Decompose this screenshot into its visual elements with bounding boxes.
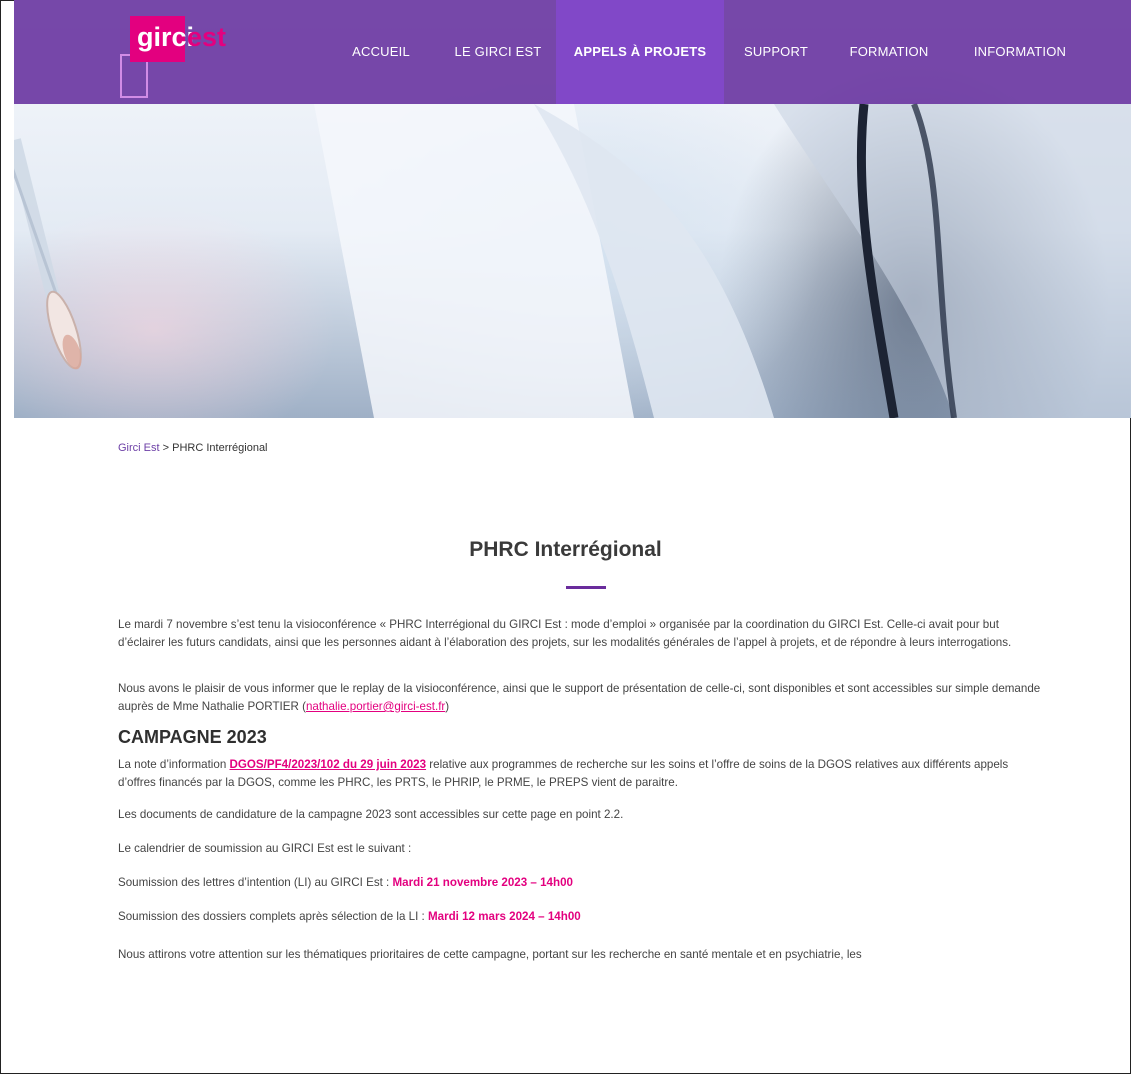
full-dossier-label: Soumission des dossiers complets après s… [118, 910, 428, 923]
breadcrumb-home-link[interactable]: Girci Est [118, 442, 160, 454]
nav-support[interactable]: SUPPORT [732, 0, 820, 104]
li-deadline-paragraph: Soumission des lettres d’intention (LI) … [118, 874, 1046, 892]
email-link[interactable]: nathalie.portier@girci-est.fr [306, 700, 445, 713]
breadcrumb-current: PHRC Interrégional [172, 442, 268, 454]
title-underline [566, 586, 606, 589]
nav-information[interactable]: INFORMATION [960, 0, 1080, 104]
li-deadline-date: Mardi 21 novembre 2023 – 14h00 [392, 876, 573, 889]
replay-text-end: ) [445, 700, 450, 713]
note-paragraph: La note d’information DGOS/PF4/2023/102 … [118, 756, 1046, 792]
documents-paragraph: Les documents de candidature de la campa… [118, 808, 624, 821]
logo-text-girci: girci [137, 22, 195, 52]
nav-accueil[interactable]: ACCUEIL [338, 0, 424, 104]
dgos-note-link[interactable]: DGOS/PF4/2023/102 du 29 juin 2023 [230, 758, 427, 771]
note-text-start: La note d’information [118, 758, 230, 771]
nav-formation[interactable]: FORMATION [836, 0, 942, 104]
breadcrumb: Girci Est > PHRC Interrégional [118, 442, 268, 454]
top-navigation-bar: girci est ACCUEIL LE GIRCI EST APPELS À … [14, 0, 1131, 104]
site-logo[interactable]: girci est [120, 14, 250, 98]
li-deadline-label: Soumission des lettres d’intention (LI) … [118, 876, 393, 889]
nav-le-girci-est[interactable]: LE GIRCI EST [440, 0, 556, 104]
intro-paragraph: Le mardi 7 novembre s’est tenu la visioc… [118, 618, 1012, 649]
calendar-intro-paragraph: Le calendrier de soumission au GIRCI Est… [118, 842, 412, 855]
replay-paragraph: Nous avons le plaisir de vous informer q… [118, 680, 1046, 716]
full-dossier-date: Mardi 12 mars 2024 – 14h00 [427, 910, 581, 923]
section-heading-campagne: CAMPAGNE 2023 [118, 727, 267, 747]
replay-text: Nous avons le plaisir de vous informer q… [118, 682, 1041, 713]
breadcrumb-separator: > [162, 442, 170, 454]
priority-themes-paragraph: Nous attirons votre attention sur les th… [118, 948, 862, 961]
logo-text-est: est [187, 22, 227, 52]
nav-appels-a-projets[interactable]: APPELS À PROJETS [556, 0, 724, 104]
full-dossier-deadline-paragraph: Soumission des dossiers complets après s… [118, 908, 1046, 926]
page-title: PHRC Interrégional [469, 538, 662, 561]
